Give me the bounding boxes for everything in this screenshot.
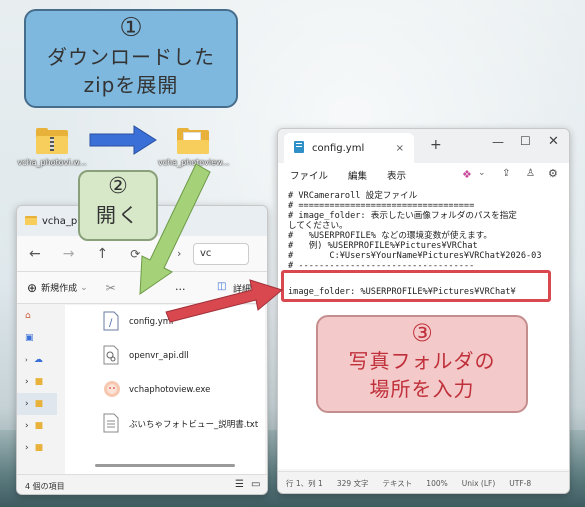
text-file-icon: [103, 413, 121, 435]
folder-zip-icon: [36, 128, 68, 154]
folder-icon: [25, 215, 37, 228]
tile-view-icon[interactable]: ▭: [251, 479, 260, 490]
notepad-menubar: ファイル 編集 表示 ❖ ⌄ ⇪ ♙ ⚙: [278, 163, 569, 187]
forward-icon[interactable]: →: [63, 246, 75, 262]
gallery-icon: ▣: [25, 333, 34, 343]
menu-file[interactable]: ファイル: [290, 168, 328, 182]
notepad-statusbar: 行 1、列 1 329 文字 テキスト 100% Unix (LF) UTF-8: [278, 471, 569, 493]
text-file-icon: /: [103, 311, 121, 333]
list-view-icon[interactable]: ☰: [235, 479, 244, 490]
sidebar-item-folder[interactable]: › ■: [17, 393, 57, 415]
notepad-titlebar: config.yml × + — ☐ ✕: [278, 129, 569, 163]
chevron-down-icon: ⌄: [80, 282, 88, 293]
minimize-icon[interactable]: —: [492, 135, 504, 149]
explorer-sidebar: ⌂ ▣ › ☁ › ■ › ■ › ■ › ■: [17, 305, 57, 475]
extract-arrow: [89, 125, 157, 155]
cut-icon[interactable]: ✂: [106, 281, 116, 295]
notepad-window: config.yml × + — ☐ ✕ ファイル 編集 表示 ❖ ⌄ ⇪ ♙ …: [277, 128, 570, 494]
code-line: # ==================================: [288, 201, 475, 211]
file-name: ぶいちゃフォトビュー_説明書.txt: [129, 420, 259, 430]
chevron-down-icon[interactable]: ⌄: [478, 168, 486, 178]
chevron-right-icon: ›: [25, 356, 28, 364]
new-icon: ⊕: [27, 280, 38, 295]
file-name: openvr_api.dll: [129, 351, 189, 361]
line-ending[interactable]: Unix (LF): [462, 479, 496, 488]
folder-icon: ■: [34, 399, 44, 409]
back-icon[interactable]: ←: [29, 246, 41, 262]
char-count: 329 文字: [336, 479, 369, 488]
menu-view[interactable]: 表示: [387, 168, 406, 182]
chevron-right-icon: ›: [25, 443, 29, 453]
horizontal-scrollbar[interactable]: [95, 464, 235, 467]
menu-edit[interactable]: 編集: [348, 168, 367, 182]
file-name: vchaphotoview.exe: [129, 385, 211, 395]
code-line: # C:¥Users¥YourName¥Pictures¥VRChat¥2026…: [288, 251, 542, 261]
sidebar-item-home[interactable]: ⌂: [17, 305, 57, 327]
code-line: してください。: [288, 221, 348, 231]
sidebar-item-onedrive[interactable]: › ☁: [17, 349, 57, 371]
step3-callout: ③ 写真フォルダの 場所を入力: [316, 315, 528, 413]
notepad-tab-title: config.yml: [312, 142, 365, 154]
chevron-right-icon: ›: [25, 377, 29, 387]
gear-icon[interactable]: ⚙: [548, 167, 558, 180]
step3-line2: 場所を入力: [369, 377, 475, 401]
folder-icon: ■: [34, 443, 44, 453]
step1-number: ①: [119, 13, 143, 43]
notepad-tab[interactable]: config.yml ×: [284, 133, 414, 163]
folder-zip-label: vcha_photovi.w...: [17, 158, 87, 167]
step3-number: ③: [411, 319, 433, 347]
sidebar-item-folder[interactable]: › ■: [17, 415, 57, 437]
chevron-right-icon: ›: [25, 421, 29, 431]
sidebar-item-folder[interactable]: › ■: [17, 371, 57, 393]
step1-callout: ① ダウンロードした zipを展開: [24, 9, 238, 108]
sidebar-item-gallery[interactable]: ▣: [17, 327, 57, 349]
maximize-icon[interactable]: ☐: [520, 134, 531, 148]
account-icon[interactable]: ♙: [526, 168, 535, 179]
file-type: テキスト: [382, 479, 413, 488]
desktop-folder-zip[interactable]: vcha_photovi.w...: [17, 128, 87, 167]
share-icon[interactable]: ⇪: [502, 168, 510, 179]
file-row-dll[interactable]: openvr_api.dll: [65, 339, 265, 373]
step1-line1: ダウンロードした: [47, 45, 215, 69]
code-line: # %USERPROFILE% などの環境変数が使えます。: [288, 231, 492, 241]
chevron-right-icon: ›: [25, 399, 29, 409]
item-count: 4 個の項目: [25, 482, 65, 491]
folder-icon: ■: [34, 421, 44, 431]
app-exe-icon: [103, 379, 121, 401]
cloud-icon: ☁: [33, 355, 43, 365]
explorer-statusbar: 4 個の項目 ☰ ▭: [17, 474, 267, 494]
step1-line2: zipを展開: [83, 73, 179, 97]
home-icon: ⌂: [25, 311, 31, 321]
edit-arrow: [165, 279, 284, 323]
folder-icon: ■: [34, 377, 44, 387]
file-row-exe[interactable]: vchaphotoview.exe: [65, 373, 265, 407]
copilot-icon[interactable]: ❖: [462, 168, 472, 181]
folder-icon: [177, 128, 209, 154]
close-icon[interactable]: ✕: [548, 134, 559, 149]
encoding[interactable]: UTF-8: [509, 479, 531, 488]
file-row-txt[interactable]: ぶいちゃフォトビュー_説明書.txt: [65, 407, 265, 441]
up-icon[interactable]: ↑: [96, 246, 108, 262]
cursor-position: 行 1、列 1: [286, 479, 323, 488]
code-line: # VRCameraroll 設定ファイル: [288, 191, 418, 201]
new-tab-icon[interactable]: +: [430, 137, 442, 153]
sidebar-item-folder[interactable]: › ■: [17, 437, 57, 459]
code-line: # 例) %USERPROFILE%¥Pictures¥VRChat: [288, 241, 478, 251]
new-button[interactable]: 新規作成: [41, 281, 77, 294]
close-tab-icon[interactable]: ×: [396, 143, 404, 154]
image-folder-highlight: [281, 270, 551, 302]
dll-file-icon: [103, 345, 121, 367]
notepad-icon: [294, 140, 304, 156]
zoom-level[interactable]: 100%: [426, 479, 447, 488]
step3-line1: 写真フォルダの: [348, 349, 496, 373]
code-line: # image_folder: 表示したい画像フォルダのパスを指定: [288, 211, 517, 221]
